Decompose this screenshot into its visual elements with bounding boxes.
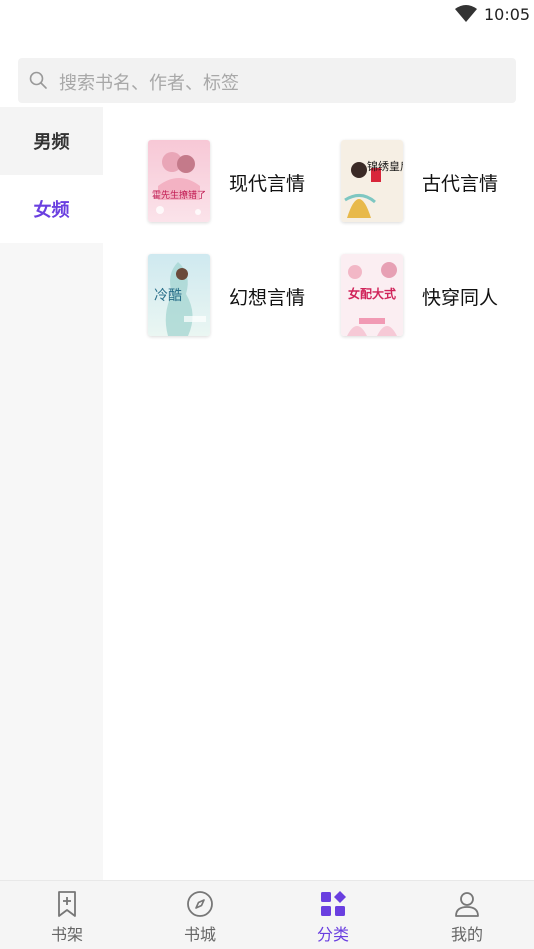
search-input[interactable]: 搜索书名、作者、标签 — [18, 58, 516, 103]
book-cover-ancient-romance: 锦绣皇后 — [341, 140, 403, 222]
nav-bookshelf[interactable]: 书架 — [0, 881, 134, 949]
sidebar-item-female[interactable]: 女频 — [0, 175, 103, 243]
category-fantasy-romance[interactable]: 冷酷 幻想言情 — [148, 254, 318, 336]
category-grid-icon — [321, 891, 346, 916]
cover-title: 霍先生撩错了 — [152, 189, 206, 201]
search-placeholder: 搜索书名、作者、标签 — [59, 73, 239, 94]
category-fanfic[interactable]: 女配大式 快穿同人 — [341, 254, 511, 336]
category-label: 古代言情 — [422, 173, 499, 195]
category-label: 快穿同人 — [422, 287, 499, 309]
category-sidebar: 男频 女频 — [0, 107, 103, 880]
nav-label: 我的 — [450, 925, 483, 944]
compass-icon — [187, 891, 213, 917]
status-time: 10:05 — [484, 5, 531, 24]
category-ancient-romance[interactable]: 锦绣皇后 古代言情 — [341, 140, 511, 222]
book-cover-fantasy-romance: 冷酷 — [148, 254, 210, 336]
book-cover-modern-romance: 霍先生撩错了 — [148, 140, 210, 222]
sidebar-item-label: 男频 — [33, 132, 70, 153]
category-label: 幻想言情 — [229, 287, 306, 309]
bottom-nav: 书架 书城 分类 我的 — [0, 880, 534, 949]
bookmark-icon — [58, 891, 76, 917]
search-icon — [29, 71, 47, 89]
cover-title: 女配大式 — [348, 286, 396, 301]
category-label: 现代言情 — [229, 173, 306, 195]
nav-profile[interactable]: 我的 — [400, 881, 534, 949]
status-bar: 10:05 — [0, 0, 534, 30]
sidebar-item-label: 女频 — [33, 200, 70, 221]
cover-title: 锦绣皇后 — [367, 159, 403, 173]
cover-title: 冷酷 — [154, 288, 182, 304]
nav-label: 书城 — [183, 925, 216, 944]
person-icon — [455, 892, 479, 917]
nav-label: 书架 — [50, 925, 83, 944]
wifi-icon — [455, 5, 477, 22]
nav-category[interactable]: 分类 — [266, 881, 400, 949]
nav-label: 分类 — [316, 925, 349, 944]
category-modern-romance[interactable]: 霍先生撩错了 现代言情 — [148, 140, 318, 222]
book-cover-fanfic: 女配大式 — [341, 254, 403, 336]
sidebar-item-male[interactable]: 男频 — [0, 107, 103, 175]
nav-bookstore[interactable]: 书城 — [133, 881, 267, 949]
